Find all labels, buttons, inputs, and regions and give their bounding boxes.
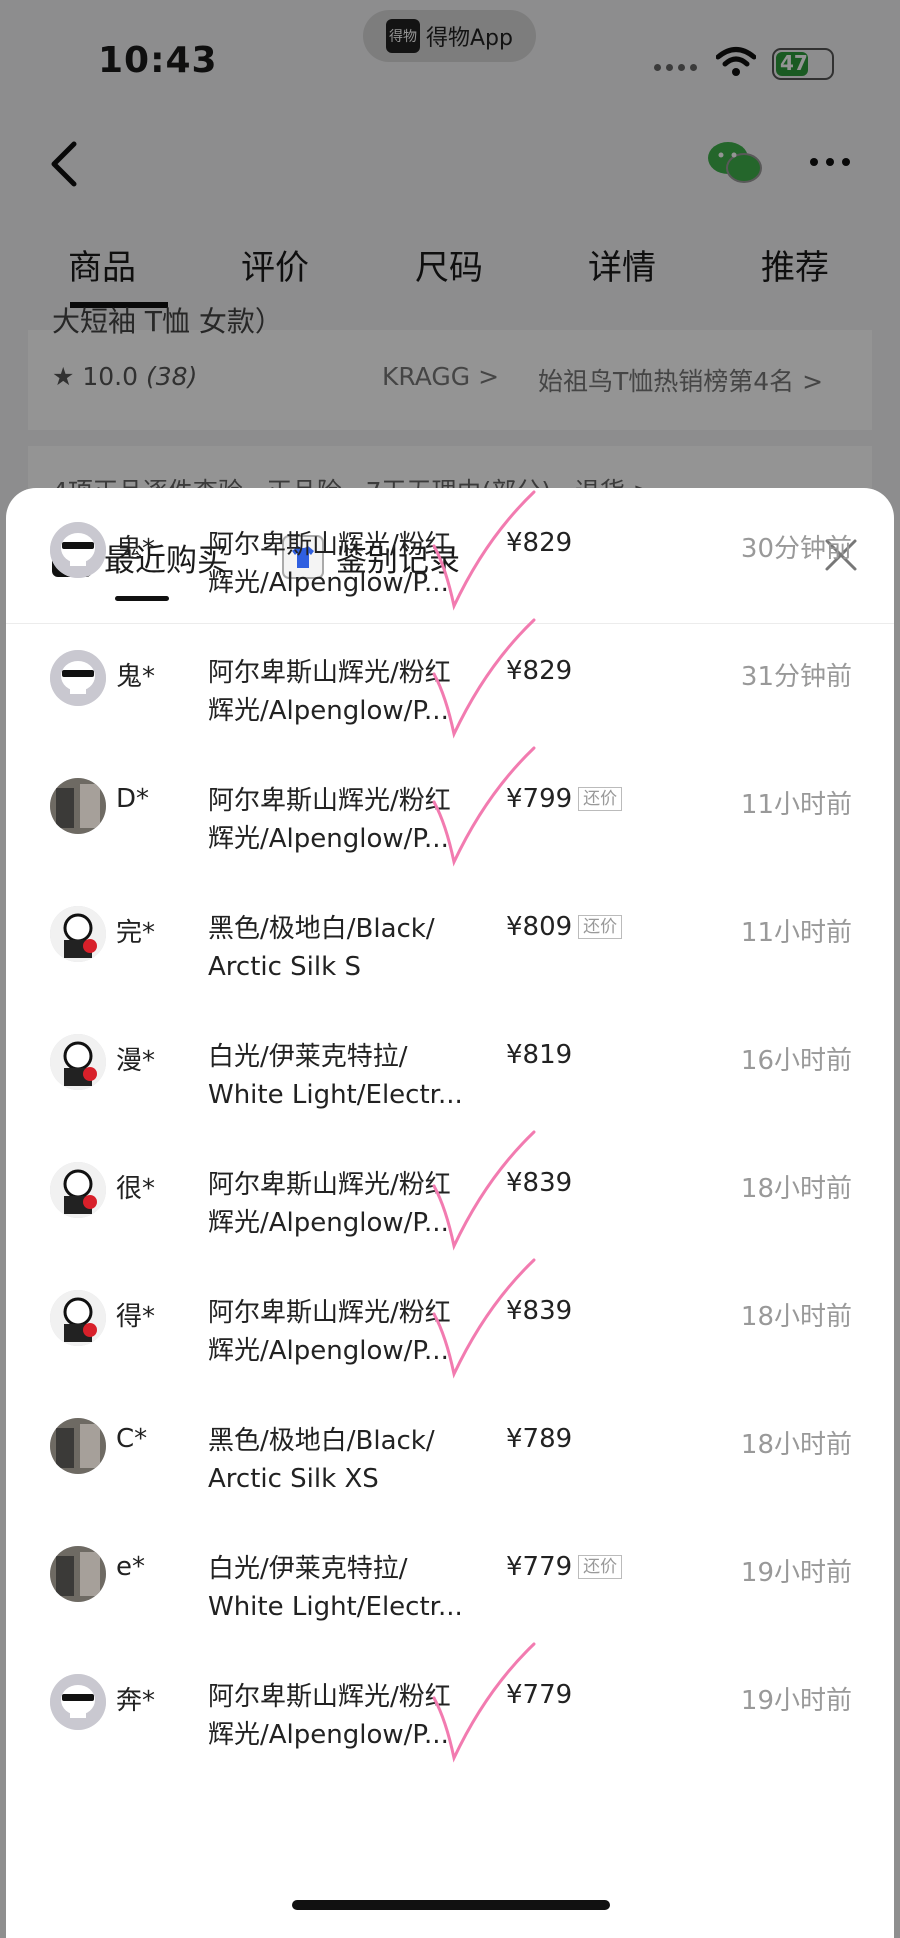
purchase-price: ¥829 bbox=[506, 528, 572, 558]
buyer-name: D* bbox=[116, 784, 150, 814]
buyer-name: 奔* bbox=[116, 1686, 156, 1716]
purchase-price: ¥779 还价 bbox=[506, 1552, 623, 1582]
buyer-name: 很* bbox=[116, 1174, 156, 1204]
user-avatar bbox=[50, 650, 106, 706]
product-variant-line2: White Light/Electr... bbox=[208, 1080, 463, 1110]
product-variant-line1: 阿尔卑斯山辉光/粉红 bbox=[208, 1170, 451, 1200]
user-avatar bbox=[50, 1546, 106, 1602]
product-variant: 黑色/极地白/Black/Arctic Silk XS bbox=[208, 1422, 483, 1498]
user-avatar bbox=[50, 906, 106, 962]
price-value: ¥819 bbox=[506, 1040, 573, 1070]
purchase-record-row: 得* 阿尔卑斯山辉光/粉红 辉光/Alpenglow/P... ¥839 18小时前 bbox=[6, 1258, 894, 1392]
haggle-badge: 还价 bbox=[578, 1555, 623, 1579]
product-variant-line1: 黑色/极地白/Black/ bbox=[208, 1426, 435, 1456]
buyer-name: 漫* bbox=[116, 1046, 156, 1076]
buyer-name: e* bbox=[116, 1552, 145, 1582]
product-variant-line1: 阿尔卑斯山辉光/粉红 bbox=[208, 1298, 451, 1328]
product-variant-line2: 辉光/Alpenglow/P... bbox=[208, 696, 449, 726]
purchase-price: ¥799 还价 bbox=[506, 784, 623, 814]
price-value: ¥779 bbox=[506, 1680, 573, 1710]
user-avatar bbox=[50, 1418, 106, 1474]
purchase-time: 31分钟前 bbox=[740, 662, 852, 692]
product-variant: 白光/伊莱克特拉/White Light/Electr... bbox=[208, 1550, 483, 1626]
product-variant: 黑色/极地白/Black/Arctic Silk S bbox=[208, 910, 483, 986]
purchase-time: 18小时前 bbox=[740, 1430, 852, 1460]
price-value: ¥809 bbox=[506, 912, 573, 942]
purchase-time: 18小时前 bbox=[740, 1174, 852, 1204]
product-variant-line1: 阿尔卑斯山辉光/粉红 bbox=[208, 1682, 451, 1712]
buyer-name: 完* bbox=[116, 918, 156, 948]
price-value: ¥799 bbox=[506, 784, 573, 814]
product-variant: 阿尔卑斯山辉光/粉红 辉光/Alpenglow/P... bbox=[208, 1166, 483, 1242]
purchase-record-row: 漫* 白光/伊莱克特拉/White Light/Electr... ¥819 16小时… bbox=[6, 1008, 894, 1136]
product-variant-line2: 辉光/Alpenglow/P... bbox=[208, 568, 449, 598]
price-value: ¥839 bbox=[506, 1168, 573, 1198]
product-variant-line1: 白光/伊莱克特拉/ bbox=[208, 1042, 408, 1072]
buyer-name: 鬼* bbox=[116, 534, 156, 564]
product-variant-line2: Arctic Silk XS bbox=[208, 1464, 379, 1494]
purchase-record-row: 奔* 阿尔卑斯山辉光/粉红 辉光/Alpenglow/P... ¥779 19小时前 bbox=[6, 1642, 894, 1776]
product-variant-line2: 辉光/Alpenglow/P... bbox=[208, 824, 449, 854]
product-variant-line2: 辉光/Alpenglow/P... bbox=[208, 1720, 449, 1750]
purchase-record-row: 完* 黑色/极地白/Black/Arctic Silk S ¥809 还价 11小时前 bbox=[6, 880, 894, 1008]
price-value: ¥829 bbox=[506, 528, 573, 558]
product-variant: 阿尔卑斯山辉光/粉红 辉光/Alpenglow/P... bbox=[208, 1294, 483, 1370]
product-variant-line1: 阿尔卑斯山辉光/粉红 bbox=[208, 530, 451, 560]
price-value: ¥839 bbox=[506, 1296, 573, 1326]
purchase-record-row: C* 黑色/极地白/Black/Arctic Silk XS ¥789 18小时前 bbox=[6, 1392, 894, 1520]
purchase-record-row: 鬼* 阿尔卑斯山辉光/粉红 辉光/Alpenglow/P... ¥829 30分钟前 bbox=[6, 490, 894, 624]
purchase-record-row: 鬼* 阿尔卑斯山辉光/粉红 辉光/Alpenglow/P... ¥829 31分钟前 bbox=[6, 618, 894, 752]
product-variant-line2: 辉光/Alpenglow/P... bbox=[208, 1208, 449, 1238]
buyer-name: C* bbox=[116, 1424, 148, 1454]
product-variant-line2: 辉光/Alpenglow/P... bbox=[208, 1336, 449, 1366]
haggle-badge: 还价 bbox=[578, 787, 623, 811]
purchase-price: ¥819 bbox=[506, 1040, 572, 1070]
purchase-time: 11小时前 bbox=[740, 790, 852, 820]
price-value: ¥789 bbox=[506, 1424, 573, 1454]
modal-dim-overlay[interactable] bbox=[0, 0, 900, 520]
purchase-price: ¥809 还价 bbox=[506, 912, 623, 942]
product-variant-line1: 阿尔卑斯山辉光/粉红 bbox=[208, 786, 451, 816]
product-variant-line2: White Light/Electr... bbox=[208, 1592, 463, 1622]
product-variant-line1: 黑色/极地白/Black/ bbox=[208, 914, 435, 944]
product-variant-line2: Arctic Silk S bbox=[208, 952, 361, 982]
user-avatar bbox=[50, 1674, 106, 1730]
product-variant-line1: 阿尔卑斯山辉光/粉红 bbox=[208, 658, 451, 688]
product-variant: 阿尔卑斯山辉光/粉红 辉光/Alpenglow/P... bbox=[208, 782, 483, 858]
user-avatar bbox=[50, 1290, 106, 1346]
purchase-price: ¥829 bbox=[506, 656, 572, 686]
user-avatar bbox=[50, 522, 106, 578]
product-variant-line1: 白光/伊莱克特拉/ bbox=[208, 1554, 408, 1584]
home-indicator bbox=[292, 1900, 610, 1910]
product-variant: 阿尔卑斯山辉光/粉红 辉光/Alpenglow/P... bbox=[208, 654, 483, 730]
purchase-price: ¥839 bbox=[506, 1168, 572, 1198]
haggle-badge: 还价 bbox=[578, 915, 623, 939]
purchase-time: 11小时前 bbox=[740, 918, 852, 948]
purchase-price: ¥789 bbox=[506, 1424, 572, 1454]
price-value: ¥829 bbox=[506, 656, 573, 686]
purchase-time: 18小时前 bbox=[740, 1302, 852, 1332]
purchase-time: 19小时前 bbox=[740, 1558, 852, 1588]
purchase-time: 30分钟前 bbox=[740, 534, 852, 564]
purchase-price: ¥839 bbox=[506, 1296, 572, 1326]
purchase-record-row: D* 阿尔卑斯山辉光/粉红 辉光/Alpenglow/P... ¥799 还价 11小时前 bbox=[6, 746, 894, 880]
purchase-time: 16小时前 bbox=[740, 1046, 852, 1076]
purchase-record-row: 很* 阿尔卑斯山辉光/粉红 辉光/Alpenglow/P... ¥839 18小时前 bbox=[6, 1130, 894, 1264]
buyer-name: 鬼* bbox=[116, 662, 156, 692]
product-variant: 阿尔卑斯山辉光/粉红 辉光/Alpenglow/P... bbox=[208, 1678, 483, 1754]
purchase-record-row: e* 白光/伊莱克特拉/White Light/Electr... ¥779 还价 19… bbox=[6, 1520, 894, 1648]
purchase-time: 19小时前 bbox=[740, 1686, 852, 1716]
user-avatar bbox=[50, 1034, 106, 1090]
user-avatar bbox=[50, 1162, 106, 1218]
purchase-records-sheet: 得物 最近购买 鉴别记录 鬼*阿尔卑斯山辉光/粉红辉光/Alpenglow/P.… bbox=[6, 488, 894, 1938]
product-variant: 阿尔卑斯山辉光/粉红 辉光/Alpenglow/P... bbox=[208, 526, 483, 602]
price-value: ¥779 bbox=[506, 1552, 573, 1582]
user-avatar bbox=[50, 778, 106, 834]
product-variant: 白光/伊莱克特拉/White Light/Electr... bbox=[208, 1038, 483, 1114]
purchase-price: ¥779 bbox=[506, 1680, 572, 1710]
buyer-name: 得* bbox=[116, 1302, 156, 1332]
